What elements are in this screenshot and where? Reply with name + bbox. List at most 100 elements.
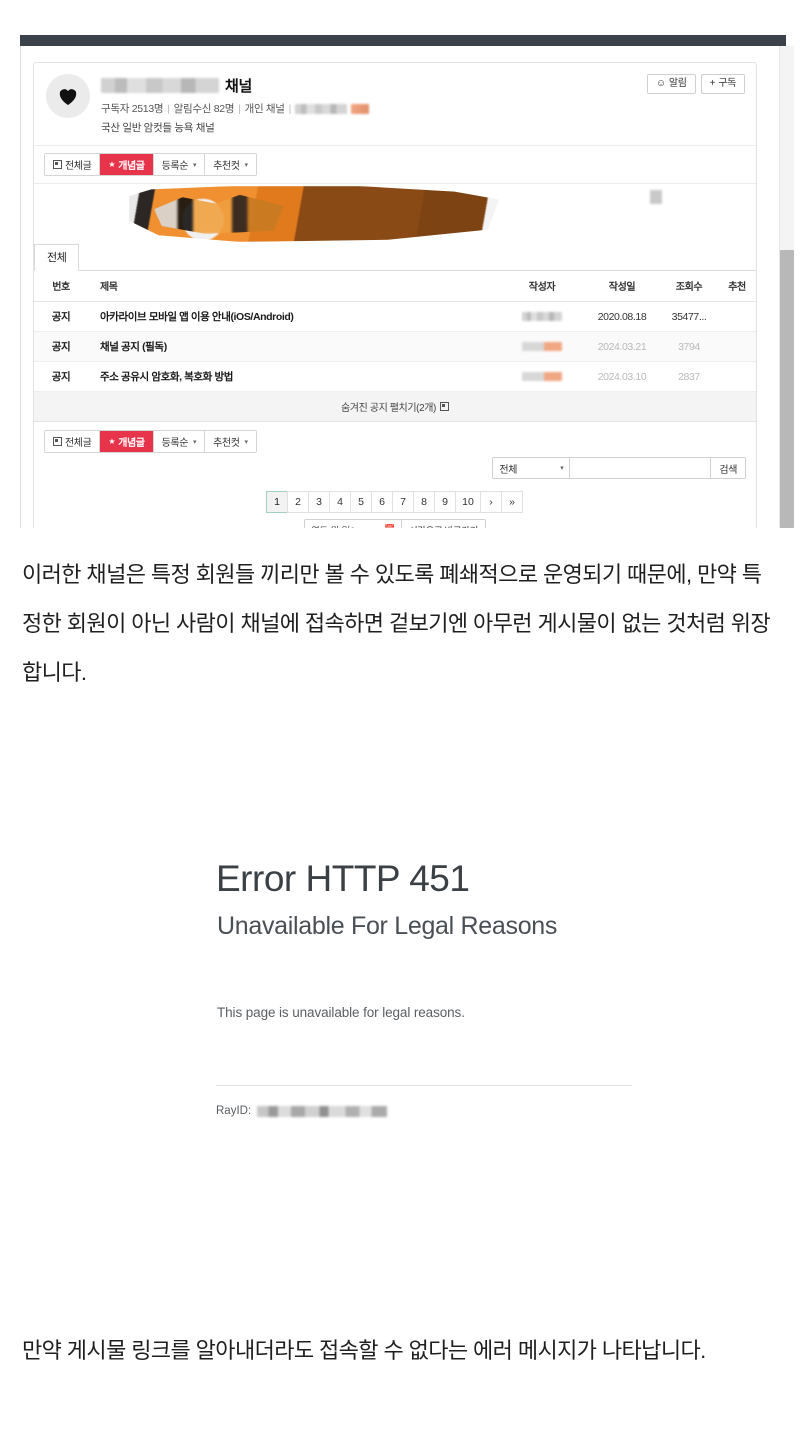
table-row[interactable]: 공지 채널 공지 (필독) 2024.03.21 3794 bbox=[34, 331, 756, 362]
error-451-screenshot: Error HTTP 451 Unavailable For Legal Rea… bbox=[0, 760, 800, 1160]
filter-reccut-label-top: 추천컷 bbox=[213, 161, 240, 172]
last-page-button[interactable]: » bbox=[501, 491, 523, 513]
page-6[interactable]: 6 bbox=[371, 491, 393, 513]
row-subject[interactable]: 주소 공유시 암호화, 복호화 방법 bbox=[88, 361, 500, 392]
notification-count: 알림수신 82명 bbox=[173, 103, 235, 115]
expand-hidden-notices-label: 숨겨진 공지 펼치기(2개) bbox=[341, 403, 436, 414]
row-date: 2024.03.10 bbox=[584, 361, 660, 392]
search-scope-select[interactable]: 전체 ▾ bbox=[493, 458, 571, 478]
row-date: 2024.03.21 bbox=[584, 331, 660, 362]
subscriber-count: 구독자 2513명 bbox=[101, 103, 164, 115]
error-body-text: This page is unavailable for legal reaso… bbox=[217, 1005, 465, 1020]
tab-all[interactable]: 전체 bbox=[34, 244, 80, 271]
bell-icon: ☺ bbox=[655, 78, 666, 89]
filter-reccut-bottom[interactable]: 추천컷 ▾ bbox=[205, 431, 256, 452]
error-heading: Error HTTP 451 bbox=[216, 858, 470, 899]
filter-best-posts-label-bottom: 개념글 bbox=[118, 438, 145, 449]
page-4[interactable]: 4 bbox=[329, 491, 351, 513]
row-author bbox=[500, 301, 584, 332]
notify-button-label: 알림 bbox=[668, 78, 687, 89]
narration-paragraph-1: 이러한 채널은 특정 회원들 끼리만 볼 수 있도록 폐쇄적으로 운영되기 때문… bbox=[22, 562, 771, 685]
subscribe-button-label: 구독 bbox=[718, 78, 736, 89]
page-3[interactable]: 3 bbox=[308, 491, 330, 513]
error-divider bbox=[216, 1085, 632, 1086]
filter-bar-bottom: 전체글 ★ 개념글 등록순 ▾ 추천컷 ▾ bbox=[34, 422, 756, 453]
expand-hidden-notices-button[interactable]: 숨겨진 공지 펼치기(2개) bbox=[34, 392, 756, 422]
filter-group-bottom: 전체글 ★ 개념글 등록순 ▾ 추천컷 ▾ bbox=[44, 430, 257, 453]
page-10[interactable]: 10 bbox=[455, 491, 481, 513]
list-icon bbox=[53, 160, 62, 169]
datetime-placeholder: 연도-월-일0 -- --:-- bbox=[311, 523, 378, 529]
row-author bbox=[500, 331, 584, 362]
error-rayid-label: RayID: bbox=[216, 1105, 252, 1117]
search-box: 전체 ▾ 검색 bbox=[492, 457, 746, 479]
row-date: 2020.08.18 bbox=[584, 301, 660, 332]
filter-bar-top: 전체글 ★ 개념글 등록순 ▾ 추천컷 ▾ bbox=[34, 146, 756, 184]
page-8[interactable]: 8 bbox=[413, 491, 435, 513]
table-row[interactable]: 공지 아카라이브 모바일 앱 이용 안내(iOS/Android) 2020.0… bbox=[34, 301, 756, 332]
row-no: 공지 bbox=[34, 331, 88, 362]
channel-owner-redacted bbox=[295, 103, 348, 114]
pagination: 1 2 3 4 5 6 7 8 9 10 › » bbox=[34, 487, 756, 513]
chevron-down-icon: ▾ bbox=[193, 438, 197, 446]
chevron-down-icon: ▾ bbox=[193, 161, 197, 169]
col-subject: 제목 bbox=[88, 271, 500, 302]
stat-separator-1: | bbox=[167, 102, 170, 115]
filter-all-posts-label-top: 전체글 bbox=[65, 161, 92, 172]
filter-sort-top[interactable]: 등록순 ▾ bbox=[153, 154, 206, 175]
avatar[interactable] bbox=[46, 74, 90, 118]
stat-separator-2: | bbox=[238, 102, 241, 115]
search-scope-value: 전체 bbox=[499, 464, 517, 476]
page-5[interactable]: 5 bbox=[350, 491, 372, 513]
filter-best-posts-top[interactable]: ★ 개념글 bbox=[100, 154, 154, 175]
table-row[interactable]: 공지 주소 공유시 암호화, 복호화 방법 2024.03.10 2837 bbox=[34, 361, 756, 392]
chevron-down-icon: ▾ bbox=[244, 161, 249, 169]
page-2[interactable]: 2 bbox=[287, 491, 309, 513]
filter-sort-label-top: 등록순 bbox=[161, 161, 189, 172]
author-redacted bbox=[522, 342, 562, 352]
page-7[interactable]: 7 bbox=[392, 491, 414, 513]
star-icon: ★ bbox=[108, 159, 116, 169]
next-page-button[interactable]: › bbox=[480, 491, 502, 513]
filter-reccut-top[interactable]: 추천컷 ▾ bbox=[205, 154, 256, 175]
filter-sort-bottom[interactable]: 등록순 ▾ bbox=[153, 431, 206, 452]
chevron-down-icon: ▾ bbox=[560, 465, 564, 472]
page-9[interactable]: 9 bbox=[434, 491, 456, 513]
error-rayid: RayID: bbox=[216, 1105, 388, 1117]
board-table: 번호 제목 작성자 작성일 조회수 추천 공지 아카라이브 모바일 앱 이용 안… bbox=[34, 271, 756, 392]
chevron-down-icon: ▾ bbox=[244, 438, 249, 446]
plus-icon: + bbox=[709, 78, 716, 89]
author-redacted bbox=[522, 312, 562, 322]
stat-separator-3: | bbox=[288, 102, 292, 115]
filter-best-posts-bottom[interactable]: ★ 개념글 bbox=[100, 431, 154, 452]
notify-button[interactable]: ☺ 알림 bbox=[646, 74, 696, 94]
board-header-row: 번호 제목 작성자 작성일 조회수 추천 bbox=[34, 271, 756, 302]
banner-image-area bbox=[34, 184, 756, 246]
filter-all-posts-top[interactable]: 전체글 bbox=[45, 154, 101, 175]
jump-to-time-group: 연도-월-일0 -- --:-- 📅 시간으로 바로가기 bbox=[304, 519, 486, 528]
channel-pane: 채널 구독자 2513명 | 알림수신 82명 | 개인 채널 | 국산 일반 … bbox=[33, 62, 757, 528]
col-recommend: 추천 bbox=[718, 271, 756, 302]
row-views: 3794 bbox=[660, 331, 718, 362]
error-rayid-value-redacted bbox=[257, 1105, 388, 1117]
row-no: 공지 bbox=[34, 361, 88, 392]
subscribe-button[interactable]: + 구독 bbox=[700, 74, 745, 94]
calendar-icon[interactable]: 📅 bbox=[384, 524, 395, 528]
page-scrollbar-thumb[interactable] bbox=[780, 250, 794, 528]
row-views: 35477... bbox=[660, 301, 718, 332]
page-1[interactable]: 1 bbox=[266, 491, 288, 513]
filter-all-posts-bottom[interactable]: 전체글 bbox=[45, 431, 101, 452]
search-button[interactable]: 검색 bbox=[711, 458, 745, 478]
channel-actions: ☺ 알림 + 구독 bbox=[646, 74, 745, 94]
row-subject[interactable]: 아카라이브 모바일 앱 이용 안내(iOS/Android) bbox=[88, 301, 500, 332]
author-redacted bbox=[522, 372, 562, 382]
datetime-input[interactable]: 연도-월-일0 -- --:-- 📅 bbox=[305, 520, 402, 528]
board-table-head: 번호 제목 작성자 작성일 조회수 추천 bbox=[34, 271, 756, 302]
jump-to-time-button[interactable]: 시간으로 바로가기 bbox=[401, 520, 485, 528]
row-recommend bbox=[718, 301, 756, 332]
row-subject[interactable]: 채널 공지 (필독) bbox=[88, 331, 500, 362]
channel-name-redacted bbox=[101, 78, 219, 93]
filter-sort-label-bottom: 등록순 bbox=[161, 438, 189, 449]
row-views: 2837 bbox=[660, 361, 718, 392]
search-input[interactable] bbox=[570, 458, 712, 478]
